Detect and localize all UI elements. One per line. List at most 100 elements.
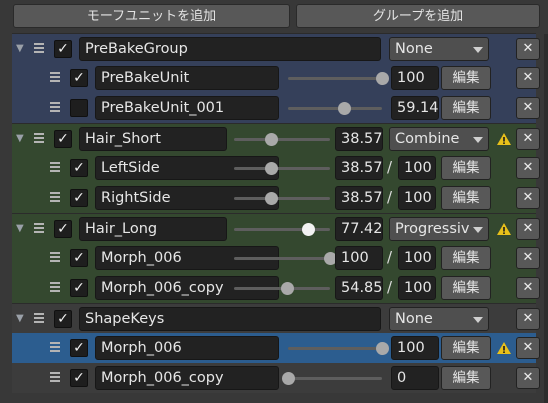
drag-handle-icon[interactable] (34, 313, 44, 323)
value-slider-knob[interactable] (337, 102, 351, 115)
max-value-field[interactable]: 100 (398, 186, 436, 210)
drag-handle-icon[interactable] (50, 192, 60, 202)
max-value-field[interactable]: 100 (398, 276, 436, 300)
max-value-field[interactable]: 100 (398, 246, 436, 270)
remove-group-button[interactable]: ✕ (516, 308, 540, 330)
drag-handle-icon[interactable] (34, 133, 44, 143)
unit-row[interactable]: ✓ Morph_006_copy 54.85/100 編集 ✕ (12, 273, 540, 303)
value-slider-track[interactable] (234, 138, 330, 141)
unit-name-field[interactable]: Morph_006 (95, 336, 279, 360)
unit-name-field[interactable]: PreBakeUnit (95, 66, 279, 90)
group-name-field[interactable]: Hair_Short (79, 127, 227, 151)
unit-name-field[interactable]: Morph_006_copy (95, 366, 279, 390)
value-slider-knob[interactable] (265, 162, 279, 175)
edit-button[interactable]: 編集 (441, 156, 491, 180)
edit-button[interactable]: 編集 (441, 246, 491, 270)
drag-handle-icon[interactable] (34, 223, 44, 233)
value-field[interactable]: 100 (391, 66, 439, 90)
value-slider-track[interactable] (288, 377, 382, 380)
fold-triangle-icon[interactable]: ▼ (16, 133, 24, 144)
max-value-field[interactable]: 100 (398, 156, 436, 180)
group-enabled-checkbox[interactable]: ✓ (54, 40, 72, 58)
value-slider-track[interactable] (234, 197, 330, 200)
remove-unit-button[interactable]: ✕ (516, 97, 540, 119)
unit-enabled-checkbox[interactable]: ✓ (70, 339, 88, 357)
group-name-field[interactable]: ShapeKeys (79, 307, 381, 331)
value-slider-track[interactable] (288, 347, 382, 350)
unit-row[interactable]: ✓ Morph_006_copy 0 編集 ✕ (12, 363, 540, 393)
edit-button[interactable]: 編集 (441, 336, 491, 360)
value-slider-knob[interactable] (265, 133, 279, 146)
remove-unit-button[interactable]: ✕ (516, 367, 540, 389)
value-slider-knob[interactable] (302, 223, 316, 236)
blend-mode-dropdown[interactable]: None (389, 307, 489, 331)
value-slider-knob[interactable] (265, 192, 279, 205)
value-field[interactable]: 38.57 (335, 186, 383, 210)
drag-handle-icon[interactable] (50, 252, 60, 262)
edit-button[interactable]: 編集 (441, 276, 491, 300)
unit-row[interactable]: ✓ Morph_006 100/100 編集 ✕ (12, 243, 540, 273)
value-field[interactable]: 100 (391, 336, 439, 360)
drag-handle-icon[interactable] (50, 72, 60, 82)
remove-unit-button[interactable]: ✕ (516, 67, 540, 89)
remove-group-button[interactable]: ✕ (516, 218, 540, 240)
add-group-button[interactable]: グループを追加 (296, 4, 540, 28)
unit-enabled-checkbox[interactable]: ✓ (70, 159, 88, 177)
fold-triangle-icon[interactable]: ▼ (16, 43, 24, 54)
value-slider-track[interactable] (234, 228, 330, 231)
edit-button[interactable]: 編集 (441, 366, 491, 390)
value-slider-knob[interactable] (376, 72, 389, 85)
value-slider-knob[interactable] (282, 372, 295, 385)
drag-handle-icon[interactable] (50, 102, 60, 112)
drag-handle-icon[interactable] (50, 282, 60, 292)
unit-enabled-checkbox[interactable]: ✓ (70, 369, 88, 387)
unit-row[interactable]: ✓ LeftSide 38.57/100 編集 ✕ (12, 153, 540, 183)
value-slider-knob[interactable] (376, 342, 389, 355)
remove-unit-button[interactable]: ✕ (516, 187, 540, 209)
value-slider-knob[interactable] (280, 282, 294, 295)
remove-group-button[interactable]: ✕ (516, 38, 540, 60)
unit-enabled-checkbox[interactable]: ✓ (70, 189, 88, 207)
unit-enabled-checkbox[interactable] (70, 99, 88, 117)
drag-handle-icon[interactable] (50, 342, 60, 352)
group-enabled-checkbox[interactable]: ✓ (54, 130, 72, 148)
remove-unit-button[interactable]: ✕ (516, 157, 540, 179)
value-field[interactable]: 59.14 (391, 96, 439, 120)
remove-group-button[interactable]: ✕ (516, 128, 540, 150)
drag-handle-icon[interactable] (34, 43, 44, 53)
unit-row[interactable]: PreBakeUnit_001 59.14 編集 ✕ (12, 93, 540, 123)
group-row[interactable]: ▼ ✓ Hair_Short 38.57 Combine ✕ (12, 123, 540, 153)
group-enabled-checkbox[interactable]: ✓ (54, 310, 72, 328)
unit-enabled-checkbox[interactable]: ✓ (70, 249, 88, 267)
value-field[interactable]: 38.57 (335, 156, 383, 180)
value-field[interactable]: 0 (391, 366, 439, 390)
value-field[interactable]: 77.42 (335, 217, 383, 241)
value-slider-track[interactable] (234, 167, 330, 170)
group-enabled-checkbox[interactable]: ✓ (54, 220, 72, 238)
value-field[interactable]: 100 (335, 246, 383, 270)
value-slider-track[interactable] (288, 77, 382, 80)
unit-enabled-checkbox[interactable]: ✓ (70, 279, 88, 297)
unit-row[interactable]: ✓ RightSide 38.57/100 編集 ✕ (12, 183, 540, 213)
blend-mode-dropdown[interactable]: Progressiv (389, 217, 489, 241)
fold-triangle-icon[interactable]: ▼ (16, 313, 24, 324)
scrollbar[interactable] (544, 34, 548, 403)
value-slider-track[interactable] (234, 257, 330, 260)
group-row[interactable]: ▼ ✓ Hair_Long 77.42 Progressiv ✕ (12, 213, 540, 243)
drag-handle-icon[interactable] (50, 372, 60, 382)
value-field[interactable]: 38.57 (335, 127, 383, 151)
group-row[interactable]: ▼ ✓ ShapeKeys None ✕ (12, 303, 540, 333)
drag-handle-icon[interactable] (50, 162, 60, 172)
unit-row[interactable]: ✓ Morph_006 100 編集 ✕ (12, 333, 540, 363)
unit-row[interactable]: ✓ PreBakeUnit 100 編集 ✕ (12, 63, 540, 93)
remove-unit-button[interactable]: ✕ (516, 337, 540, 359)
value-slider-track[interactable] (288, 107, 382, 110)
remove-unit-button[interactable]: ✕ (516, 277, 540, 299)
edit-button[interactable]: 編集 (441, 186, 491, 210)
blend-mode-dropdown[interactable]: None (389, 37, 489, 61)
unit-enabled-checkbox[interactable]: ✓ (70, 69, 88, 87)
edit-button[interactable]: 編集 (441, 66, 491, 90)
blend-mode-dropdown[interactable]: Combine (389, 127, 489, 151)
value-field[interactable]: 54.85 (335, 276, 383, 300)
group-name-field[interactable]: PreBakeGroup (79, 37, 381, 61)
